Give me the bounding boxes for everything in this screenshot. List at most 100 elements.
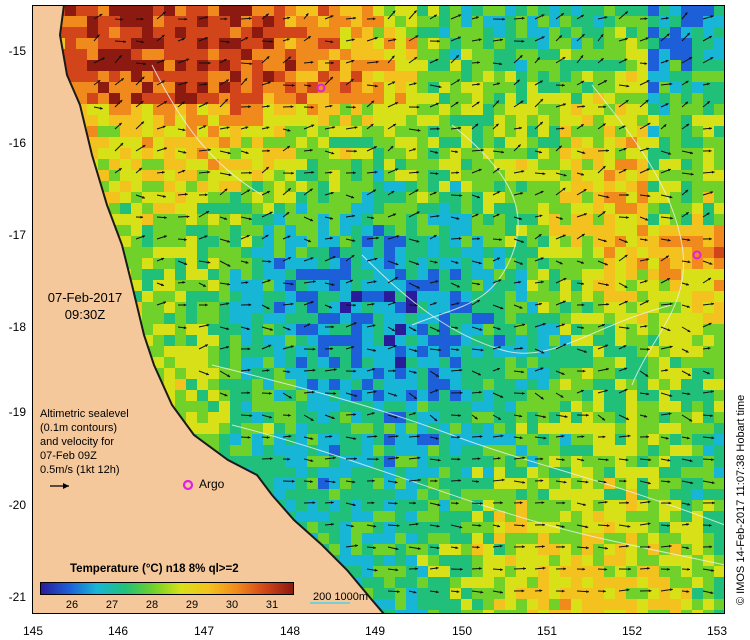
sst-cell bbox=[373, 357, 385, 369]
sst-cell bbox=[461, 478, 473, 490]
sst-cell bbox=[472, 511, 484, 523]
sst-cell bbox=[516, 434, 528, 446]
sst-cell bbox=[626, 423, 638, 435]
sst-cell bbox=[483, 456, 495, 468]
sst-cell bbox=[318, 247, 330, 259]
sst-cell bbox=[505, 544, 517, 556]
sst-cell bbox=[703, 412, 715, 424]
sst-cell bbox=[505, 5, 517, 17]
sst-cell bbox=[549, 313, 561, 325]
sst-cell bbox=[670, 489, 682, 501]
sst-cell bbox=[571, 16, 583, 28]
sst-cell bbox=[296, 93, 308, 105]
sst-cell bbox=[318, 49, 330, 61]
sst-cell bbox=[384, 5, 396, 17]
sst-cell bbox=[560, 555, 572, 567]
sst-cell bbox=[516, 27, 528, 39]
sst-cell bbox=[681, 137, 693, 149]
sst-cell bbox=[362, 126, 374, 138]
sst-cell bbox=[604, 214, 616, 226]
sst-cell bbox=[164, 16, 176, 28]
sst-cell bbox=[417, 357, 429, 369]
sst-cell bbox=[450, 456, 462, 468]
sst-cell bbox=[461, 126, 473, 138]
sst-cell bbox=[296, 203, 308, 215]
sst-cell bbox=[395, 588, 407, 600]
sst-cell bbox=[65, 5, 77, 17]
sst-cell bbox=[142, 214, 154, 226]
sst-cell bbox=[626, 5, 638, 17]
sst-cell bbox=[340, 302, 352, 314]
sst-cell bbox=[208, 5, 220, 17]
sst-cell bbox=[527, 247, 539, 259]
sst-cell bbox=[131, 27, 143, 39]
sst-cell bbox=[395, 313, 407, 325]
sst-cell bbox=[692, 203, 704, 215]
sst-cell bbox=[329, 313, 341, 325]
sst-cell bbox=[428, 522, 440, 534]
sst-cell bbox=[527, 159, 539, 171]
sst-cell bbox=[670, 346, 682, 358]
sst-cell bbox=[648, 126, 660, 138]
sst-cell bbox=[560, 49, 572, 61]
sst-cell bbox=[296, 357, 308, 369]
sst-cell bbox=[637, 379, 649, 391]
sst-cell bbox=[329, 203, 341, 215]
sst-cell bbox=[417, 104, 429, 116]
sst-cell bbox=[626, 500, 638, 512]
sst-cell bbox=[340, 467, 352, 479]
sst-cell bbox=[439, 60, 451, 72]
sst-cell bbox=[604, 126, 616, 138]
sst-cell bbox=[219, 38, 231, 50]
sst-cell bbox=[219, 280, 231, 292]
sst-cell bbox=[626, 511, 638, 523]
sst-cell bbox=[483, 269, 495, 281]
sst-cell bbox=[406, 16, 418, 28]
sst-cell bbox=[637, 478, 649, 490]
sst-cell bbox=[219, 159, 231, 171]
sst-cell bbox=[538, 104, 550, 116]
sst-cell bbox=[120, 225, 132, 237]
sst-cell bbox=[186, 71, 198, 83]
sst-cell bbox=[549, 5, 561, 17]
sst-cell bbox=[483, 379, 495, 391]
sst-cell bbox=[483, 511, 495, 523]
sst-cell bbox=[461, 291, 473, 303]
sst-cell bbox=[120, 181, 132, 193]
sst-cell bbox=[417, 214, 429, 226]
sst-cell bbox=[582, 599, 594, 611]
sst-cell bbox=[362, 478, 374, 490]
sst-cell bbox=[428, 49, 440, 61]
sst-cell bbox=[604, 588, 616, 600]
sst-cell bbox=[417, 324, 429, 336]
sst-cell bbox=[483, 313, 495, 325]
sst-cell bbox=[659, 511, 671, 523]
sst-cell bbox=[527, 71, 539, 83]
sst-cell bbox=[527, 214, 539, 226]
sst-cell bbox=[527, 445, 539, 457]
sst-cell bbox=[483, 335, 495, 347]
sst-cell bbox=[406, 500, 418, 512]
sst-cell bbox=[472, 313, 484, 325]
sst-cell bbox=[571, 225, 583, 237]
sst-cell bbox=[318, 38, 330, 50]
sst-cell bbox=[351, 379, 363, 391]
sst-cell bbox=[483, 324, 495, 336]
sst-cell bbox=[582, 82, 594, 94]
sst-cell bbox=[186, 225, 198, 237]
sst-cell bbox=[604, 511, 616, 523]
sst-cell bbox=[659, 401, 671, 413]
sst-cell bbox=[340, 335, 352, 347]
sst-cell bbox=[593, 577, 605, 589]
sst-cell bbox=[714, 181, 725, 193]
sst-cell bbox=[648, 467, 660, 479]
sst-cell bbox=[318, 456, 330, 468]
sst-cell bbox=[703, 478, 715, 490]
sst-cell bbox=[329, 225, 341, 237]
sst-cell bbox=[307, 401, 319, 413]
sst-cell bbox=[648, 390, 660, 402]
sst-cell bbox=[549, 335, 561, 347]
sst-cell bbox=[296, 346, 308, 358]
sst-cell bbox=[274, 115, 286, 127]
sst-cell bbox=[659, 280, 671, 292]
